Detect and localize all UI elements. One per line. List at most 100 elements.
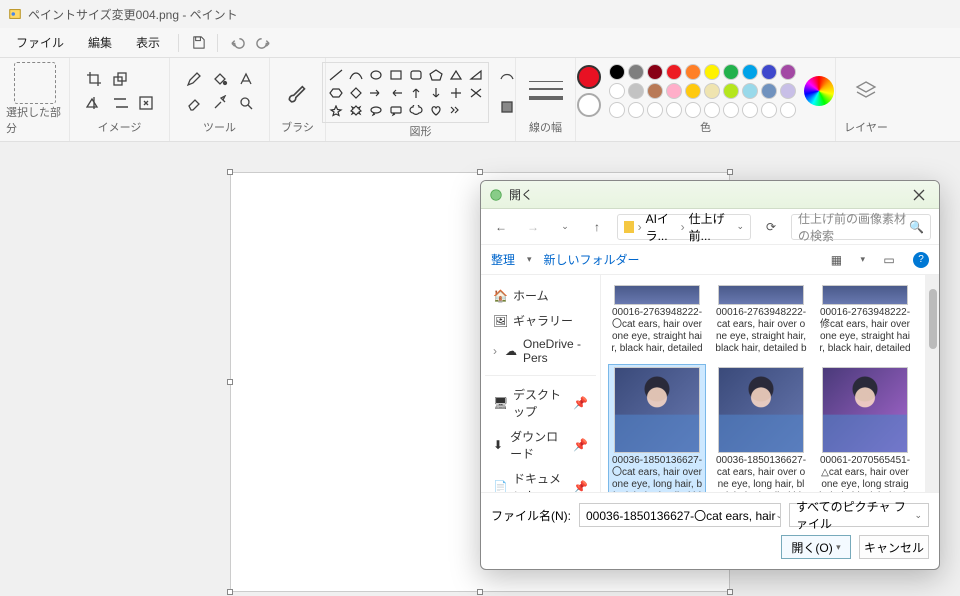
organize-menu[interactable]: 整理 [491, 251, 515, 268]
text-icon[interactable] [234, 68, 258, 90]
menu-view[interactable]: 表示 [124, 28, 172, 57]
rotate-icon[interactable] [134, 68, 158, 90]
ribbon-selection-label: 選択した部分 [6, 104, 63, 138]
color-swatch[interactable] [628, 83, 644, 99]
brush-tool[interactable] [280, 73, 316, 109]
layers-icon[interactable] [854, 80, 878, 102]
help-icon[interactable]: ? [913, 252, 929, 268]
open-dialog: 開く ← → ⌄ ↑ › AIイラ... › 仕上げ前... ⌄ ⟳ 仕上げ前の… [480, 180, 940, 570]
ribbon: 選択した部分 イメージ ツール [0, 58, 960, 142]
cancel-button[interactable]: キャンセル [859, 535, 929, 559]
color-swatch[interactable] [685, 83, 701, 99]
color-swatch-empty[interactable] [609, 102, 625, 118]
nav-up-icon[interactable]: ↑ [585, 215, 609, 239]
nav-recent-icon[interactable]: ⌄ [553, 215, 577, 239]
color-swatch[interactable] [609, 64, 625, 80]
ribbon-shape-label: 図形 [410, 123, 432, 141]
file-item[interactable]: 00016-2763948222-修cat ears, hair over on… [817, 283, 913, 357]
selection-tool[interactable] [14, 62, 56, 104]
color-picker-icon[interactable] [804, 76, 834, 106]
color-swatch[interactable] [780, 83, 796, 99]
flip-icon[interactable] [82, 92, 106, 114]
color-swatch[interactable] [666, 64, 682, 80]
color-secondary[interactable] [577, 93, 601, 117]
fill-icon[interactable] [208, 68, 232, 90]
file-item[interactable]: 00036-1850136627-cat ears, hair over one… [713, 365, 809, 492]
color-swatch[interactable] [704, 64, 720, 80]
sidebar: 🏠ホーム 🖼ギャラリー ›☁OneDrive - Pers 🖥デスクトップ📌 ⬇… [481, 275, 601, 492]
view-preview-icon[interactable]: ▭ [877, 248, 901, 272]
color-swatch[interactable] [628, 64, 644, 80]
nav-forward-icon[interactable]: → [521, 215, 545, 239]
nav-back-icon[interactable]: ← [489, 215, 513, 239]
color-swatch[interactable] [723, 64, 739, 80]
sidebar-home[interactable]: 🏠ホーム [485, 283, 596, 308]
color-swatch-empty[interactable] [761, 102, 777, 118]
color-swatch[interactable] [761, 83, 777, 99]
search-input[interactable]: 仕上げ前の画像素材の検索🔍 [791, 214, 931, 240]
color-swatch-empty[interactable] [723, 102, 739, 118]
breadcrumb[interactable]: › AIイラ... › 仕上げ前... ⌄ [617, 214, 751, 240]
color-swatch-empty[interactable] [666, 102, 682, 118]
canvas-icon[interactable] [134, 92, 158, 114]
file-item[interactable]: 00061-2070565451-△cat ears, hair over on… [817, 365, 913, 492]
save-icon[interactable] [185, 30, 211, 56]
sidebar-document[interactable]: 📄ドキュメント📌 [485, 466, 596, 492]
crop-icon[interactable] [82, 68, 106, 90]
menu-bar: ファイル 編集 表示 [0, 28, 960, 58]
color-palette[interactable] [609, 64, 796, 118]
sidebar-download[interactable]: ⬇ダウンロード📌 [485, 424, 596, 466]
color-swatch[interactable] [780, 64, 796, 80]
undo-icon[interactable] [224, 30, 250, 56]
window-title: ペイントサイズ変更004.png - ペイント [28, 6, 238, 23]
color-swatch[interactable] [742, 64, 758, 80]
pencil-icon[interactable] [182, 68, 206, 90]
color-swatch-empty[interactable] [780, 102, 796, 118]
file-item-selected[interactable]: 00036-1850136627-〇cat ears, hair over on… [609, 365, 705, 492]
menu-file[interactable]: ファイル [4, 28, 76, 57]
color-swatch-empty[interactable] [628, 102, 644, 118]
color-swatch[interactable] [647, 83, 663, 99]
zoom-icon[interactable] [234, 92, 258, 114]
redo-icon[interactable] [250, 30, 276, 56]
view-list-icon[interactable]: ▦ [824, 248, 848, 272]
sidebar-desktop[interactable]: 🖥デスクトップ📌 [485, 382, 596, 424]
ribbon-tools-label: ツール [203, 119, 236, 137]
eyedropper-icon[interactable] [208, 92, 232, 114]
filetype-select[interactable]: すべてのピクチャ ファイル⌄ [789, 503, 929, 527]
color-swatch[interactable] [647, 64, 663, 80]
shapes-gallery[interactable] [322, 62, 489, 123]
color-swatch[interactable] [761, 64, 777, 80]
app-icon [8, 7, 22, 21]
refresh-icon[interactable]: ⟳ [759, 215, 783, 239]
color-swatch[interactable] [723, 83, 739, 99]
color-swatch-empty[interactable] [647, 102, 663, 118]
ribbon-brush-label: ブラシ [281, 119, 314, 137]
eraser-icon[interactable] [182, 92, 206, 114]
filename-input[interactable]: 00036-1850136627-〇cat ears, hair⌄ [579, 503, 781, 527]
skew-icon[interactable] [108, 92, 132, 114]
color-swatch[interactable] [704, 83, 720, 99]
scrollbar[interactable] [925, 275, 939, 492]
resize-icon[interactable] [108, 68, 132, 90]
file-item[interactable]: 00016-2763948222-〇cat ears, hair over on… [609, 283, 705, 357]
sidebar-onedrive[interactable]: ›☁OneDrive - Pers [485, 333, 596, 369]
sidebar-gallery[interactable]: 🖼ギャラリー [485, 308, 596, 333]
color-swatch[interactable] [609, 83, 625, 99]
newfolder-button[interactable]: 新しいフォルダー [544, 251, 640, 268]
open-button[interactable]: 開く(O) ▾ [781, 535, 851, 559]
close-icon[interactable] [907, 183, 931, 207]
color-primary[interactable] [577, 65, 601, 89]
menu-edit[interactable]: 編集 [76, 28, 124, 57]
ribbon-stroke-label: 線の幅 [529, 119, 562, 137]
color-swatch-empty[interactable] [704, 102, 720, 118]
color-swatch-empty[interactable] [685, 102, 701, 118]
color-swatch-empty[interactable] [742, 102, 758, 118]
color-swatch[interactable] [685, 64, 701, 80]
file-item[interactable]: 00016-2763948222-cat ears, hair over one… [713, 283, 809, 357]
dialog-icon [489, 188, 503, 202]
color-swatch[interactable] [666, 83, 682, 99]
color-swatch[interactable] [742, 83, 758, 99]
stroke-width[interactable] [525, 77, 567, 104]
dialog-title: 開く [509, 186, 907, 203]
